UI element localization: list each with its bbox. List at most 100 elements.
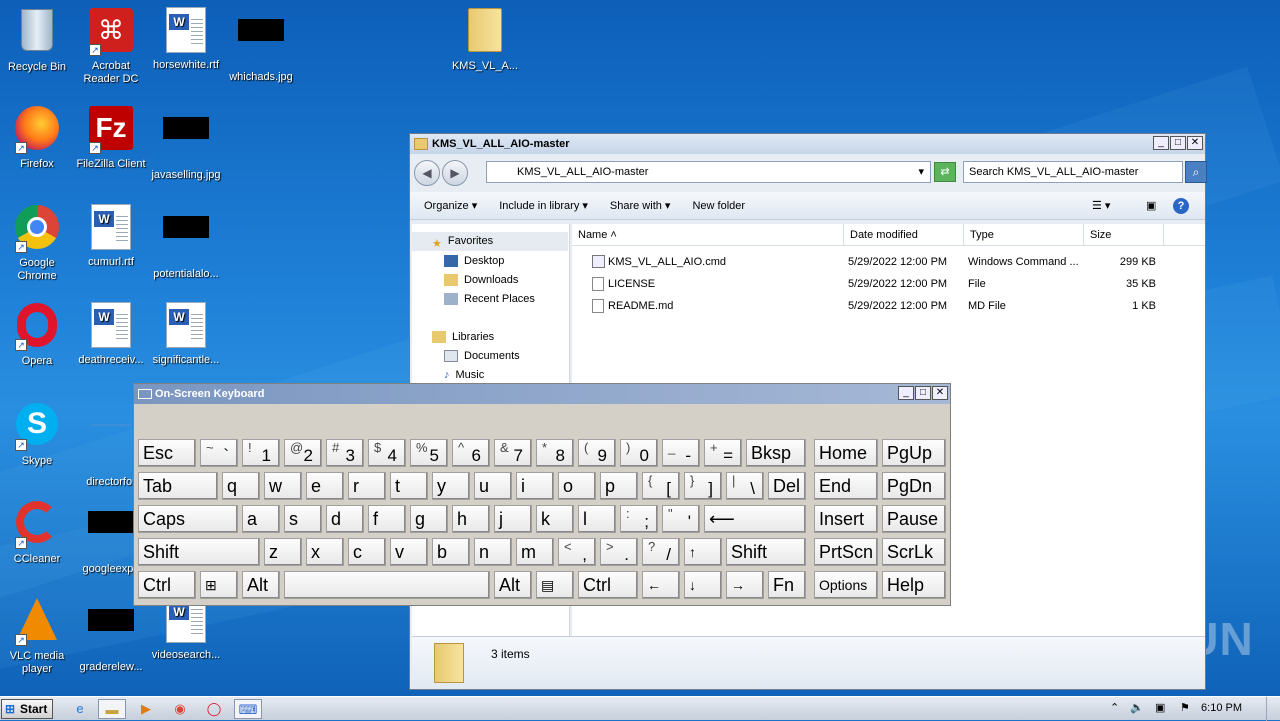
key-x[interactable]: x xyxy=(306,538,344,566)
key-left-ctrl[interactable]: Ctrl xyxy=(138,571,196,599)
desktop-icon-firefox[interactable]: ↗ Firefox xyxy=(0,104,74,171)
key-esc[interactable]: Esc xyxy=(138,439,196,467)
key-7[interactable]: & 7 xyxy=(494,439,532,467)
key-equals[interactable]: + = xyxy=(704,439,742,467)
view-options-icon[interactable]: ☰ ▾ xyxy=(1092,199,1110,212)
maximize-button[interactable]: □ xyxy=(915,386,931,400)
key-j[interactable]: j xyxy=(494,505,532,533)
key-y[interactable]: y xyxy=(432,472,470,500)
desktop-icon-significantle[interactable]: W significantle... xyxy=(149,301,223,367)
key-insert[interactable]: Insert xyxy=(814,505,878,533)
column-type[interactable]: Type xyxy=(964,224,1084,245)
file-row[interactable]: README.md 5/29/2022 12:00 PM MD File 1 K… xyxy=(572,296,1202,316)
key-right-bracket[interactable]: }] xyxy=(684,472,722,500)
key-right-alt[interactable]: Alt xyxy=(494,571,532,599)
key-r[interactable]: r xyxy=(348,472,386,500)
key-6[interactable]: ^ 6 xyxy=(452,439,490,467)
internet-explorer-icon[interactable]: e xyxy=(66,699,94,719)
key-enter[interactable]: ⟵ xyxy=(704,505,806,533)
file-row[interactable]: LICENSE 5/29/2022 12:00 PM File 35 KB xyxy=(572,274,1202,294)
key-period[interactable]: >. xyxy=(600,538,638,566)
key-caps[interactable]: Caps xyxy=(138,505,238,533)
key-left-shift[interactable]: Shift xyxy=(138,538,260,566)
search-icon[interactable]: ⌕ xyxy=(1185,161,1207,183)
maximize-button[interactable]: □ xyxy=(1170,136,1186,150)
key-n[interactable]: n xyxy=(474,538,512,566)
show-desktop-button[interactable] xyxy=(1266,697,1280,721)
key-o[interactable]: o xyxy=(558,472,596,500)
key-e[interactable]: e xyxy=(306,472,344,500)
key-pgdn[interactable]: PgDn xyxy=(882,472,946,500)
key-right-ctrl[interactable]: Ctrl xyxy=(578,571,638,599)
key-k[interactable]: k xyxy=(536,505,574,533)
preview-pane-icon[interactable]: ▣ xyxy=(1146,199,1156,212)
desktop-icon-javaselling[interactable]: javaselling.jpg xyxy=(149,104,223,182)
key-d[interactable]: d xyxy=(326,505,364,533)
opera-taskbar-icon[interactable]: ◯ xyxy=(200,699,228,719)
key-z[interactable]: z xyxy=(264,538,302,566)
column-date-modified[interactable]: Date modified xyxy=(844,224,964,245)
share-with-button[interactable]: Share with ▾ xyxy=(610,199,671,212)
key-left-alt[interactable]: Alt xyxy=(242,571,280,599)
osk-titlebar[interactable]: On-Screen Keyboard xyxy=(134,384,950,404)
key-v[interactable]: v xyxy=(390,538,428,566)
desktop-icon-filezilla[interactable]: Fz ↗ FileZilla Client xyxy=(74,104,148,171)
key-1[interactable]: ! 1 xyxy=(242,439,280,467)
key-right-shift[interactable]: Shift xyxy=(726,538,806,566)
menu-key-icon[interactable]: ▤ xyxy=(536,571,574,599)
key-backslash[interactable]: | \ xyxy=(726,472,764,500)
column-size[interactable]: Size xyxy=(1084,224,1164,245)
file-row[interactable]: KMS_VL_ALL_AIO.cmd 5/29/2022 12:00 PM Wi… xyxy=(572,252,1202,272)
minimize-button[interactable]: _ xyxy=(898,386,914,400)
key-c[interactable]: c xyxy=(348,538,386,566)
key-scrlk[interactable]: ScrLk xyxy=(882,538,946,566)
key-q[interactable]: q xyxy=(222,472,260,500)
desktop-icon-deathreceiv[interactable]: W deathreceiv... xyxy=(74,301,148,367)
show-hidden-icons-icon[interactable]: ⌃ xyxy=(1110,701,1119,714)
windows-key-icon[interactable]: ⊞ xyxy=(200,571,238,599)
organize-button[interactable]: Organize ▾ xyxy=(424,199,477,212)
nav-music[interactable]: ♪ Music xyxy=(444,369,484,381)
key-m[interactable]: m xyxy=(516,538,554,566)
help-icon[interactable]: ? xyxy=(1173,197,1189,214)
options-button[interactable]: Options xyxy=(814,571,878,599)
key-f[interactable]: f xyxy=(368,505,406,533)
desktop-icon-recycle-bin[interactable]: Recycle Bin xyxy=(0,6,74,74)
start-button[interactable]: ⊞ Start xyxy=(1,699,53,719)
key-0[interactable]: ) 0 xyxy=(620,439,658,467)
key-comma[interactable]: <, xyxy=(558,538,596,566)
chrome-taskbar-icon[interactable]: ◉ xyxy=(166,699,194,719)
desktop-icon-skype[interactable]: S ↗ Skype xyxy=(0,400,74,468)
osk-taskbar-icon[interactable]: ⌨ xyxy=(234,699,262,719)
key-del[interactable]: Del xyxy=(768,472,806,500)
key-backtick[interactable]: ~ ` xyxy=(200,439,238,467)
volume-icon[interactable]: 🔈 xyxy=(1130,701,1144,714)
key-right-arrow[interactable]: → xyxy=(726,571,764,599)
explorer-titlebar[interactable]: KMS_VL_ALL_AIO-master xyxy=(410,134,1205,154)
search-input[interactable]: Search KMS_VL_ALL_AIO-master xyxy=(963,161,1183,183)
action-center-flag-icon[interactable]: ⚑ xyxy=(1180,701,1190,714)
key-p[interactable]: p xyxy=(600,472,638,500)
help-button[interactable]: Help xyxy=(882,571,946,599)
key-pgup[interactable]: PgUp xyxy=(882,439,946,467)
desktop-icon-ccleaner[interactable]: ↗ CCleaner xyxy=(0,498,74,566)
desktop-icon-cumurl[interactable]: W cumurl.rtf xyxy=(74,203,148,269)
key-t[interactable]: t xyxy=(390,472,428,500)
desktop-icon-whichads[interactable]: whichads.jpg xyxy=(224,6,298,84)
key-fn[interactable]: Fn xyxy=(768,571,806,599)
refresh-icon[interactable]: ⇄ xyxy=(934,162,956,182)
key-u[interactable]: u xyxy=(474,472,512,500)
key-b[interactable]: b xyxy=(432,538,470,566)
chevron-down-icon[interactable]: ▾ xyxy=(918,162,924,182)
key-4[interactable]: $4 xyxy=(368,439,406,467)
key-pause[interactable]: Pause xyxy=(882,505,946,533)
desktop-icon-chrome[interactable]: ↗ Google Chrome xyxy=(0,203,74,283)
key-up-arrow[interactable]: ↑ xyxy=(684,538,722,566)
key-9[interactable]: (9 xyxy=(578,439,616,467)
desktop-icon-vlc[interactable]: ↗ VLC media player xyxy=(0,596,74,676)
nav-documents[interactable]: Documents xyxy=(444,350,520,363)
key-i[interactable]: i xyxy=(516,472,554,500)
minimize-button[interactable]: _ xyxy=(1153,136,1169,150)
key-space[interactable] xyxy=(284,571,490,599)
key-minus[interactable]: _ - xyxy=(662,439,700,467)
